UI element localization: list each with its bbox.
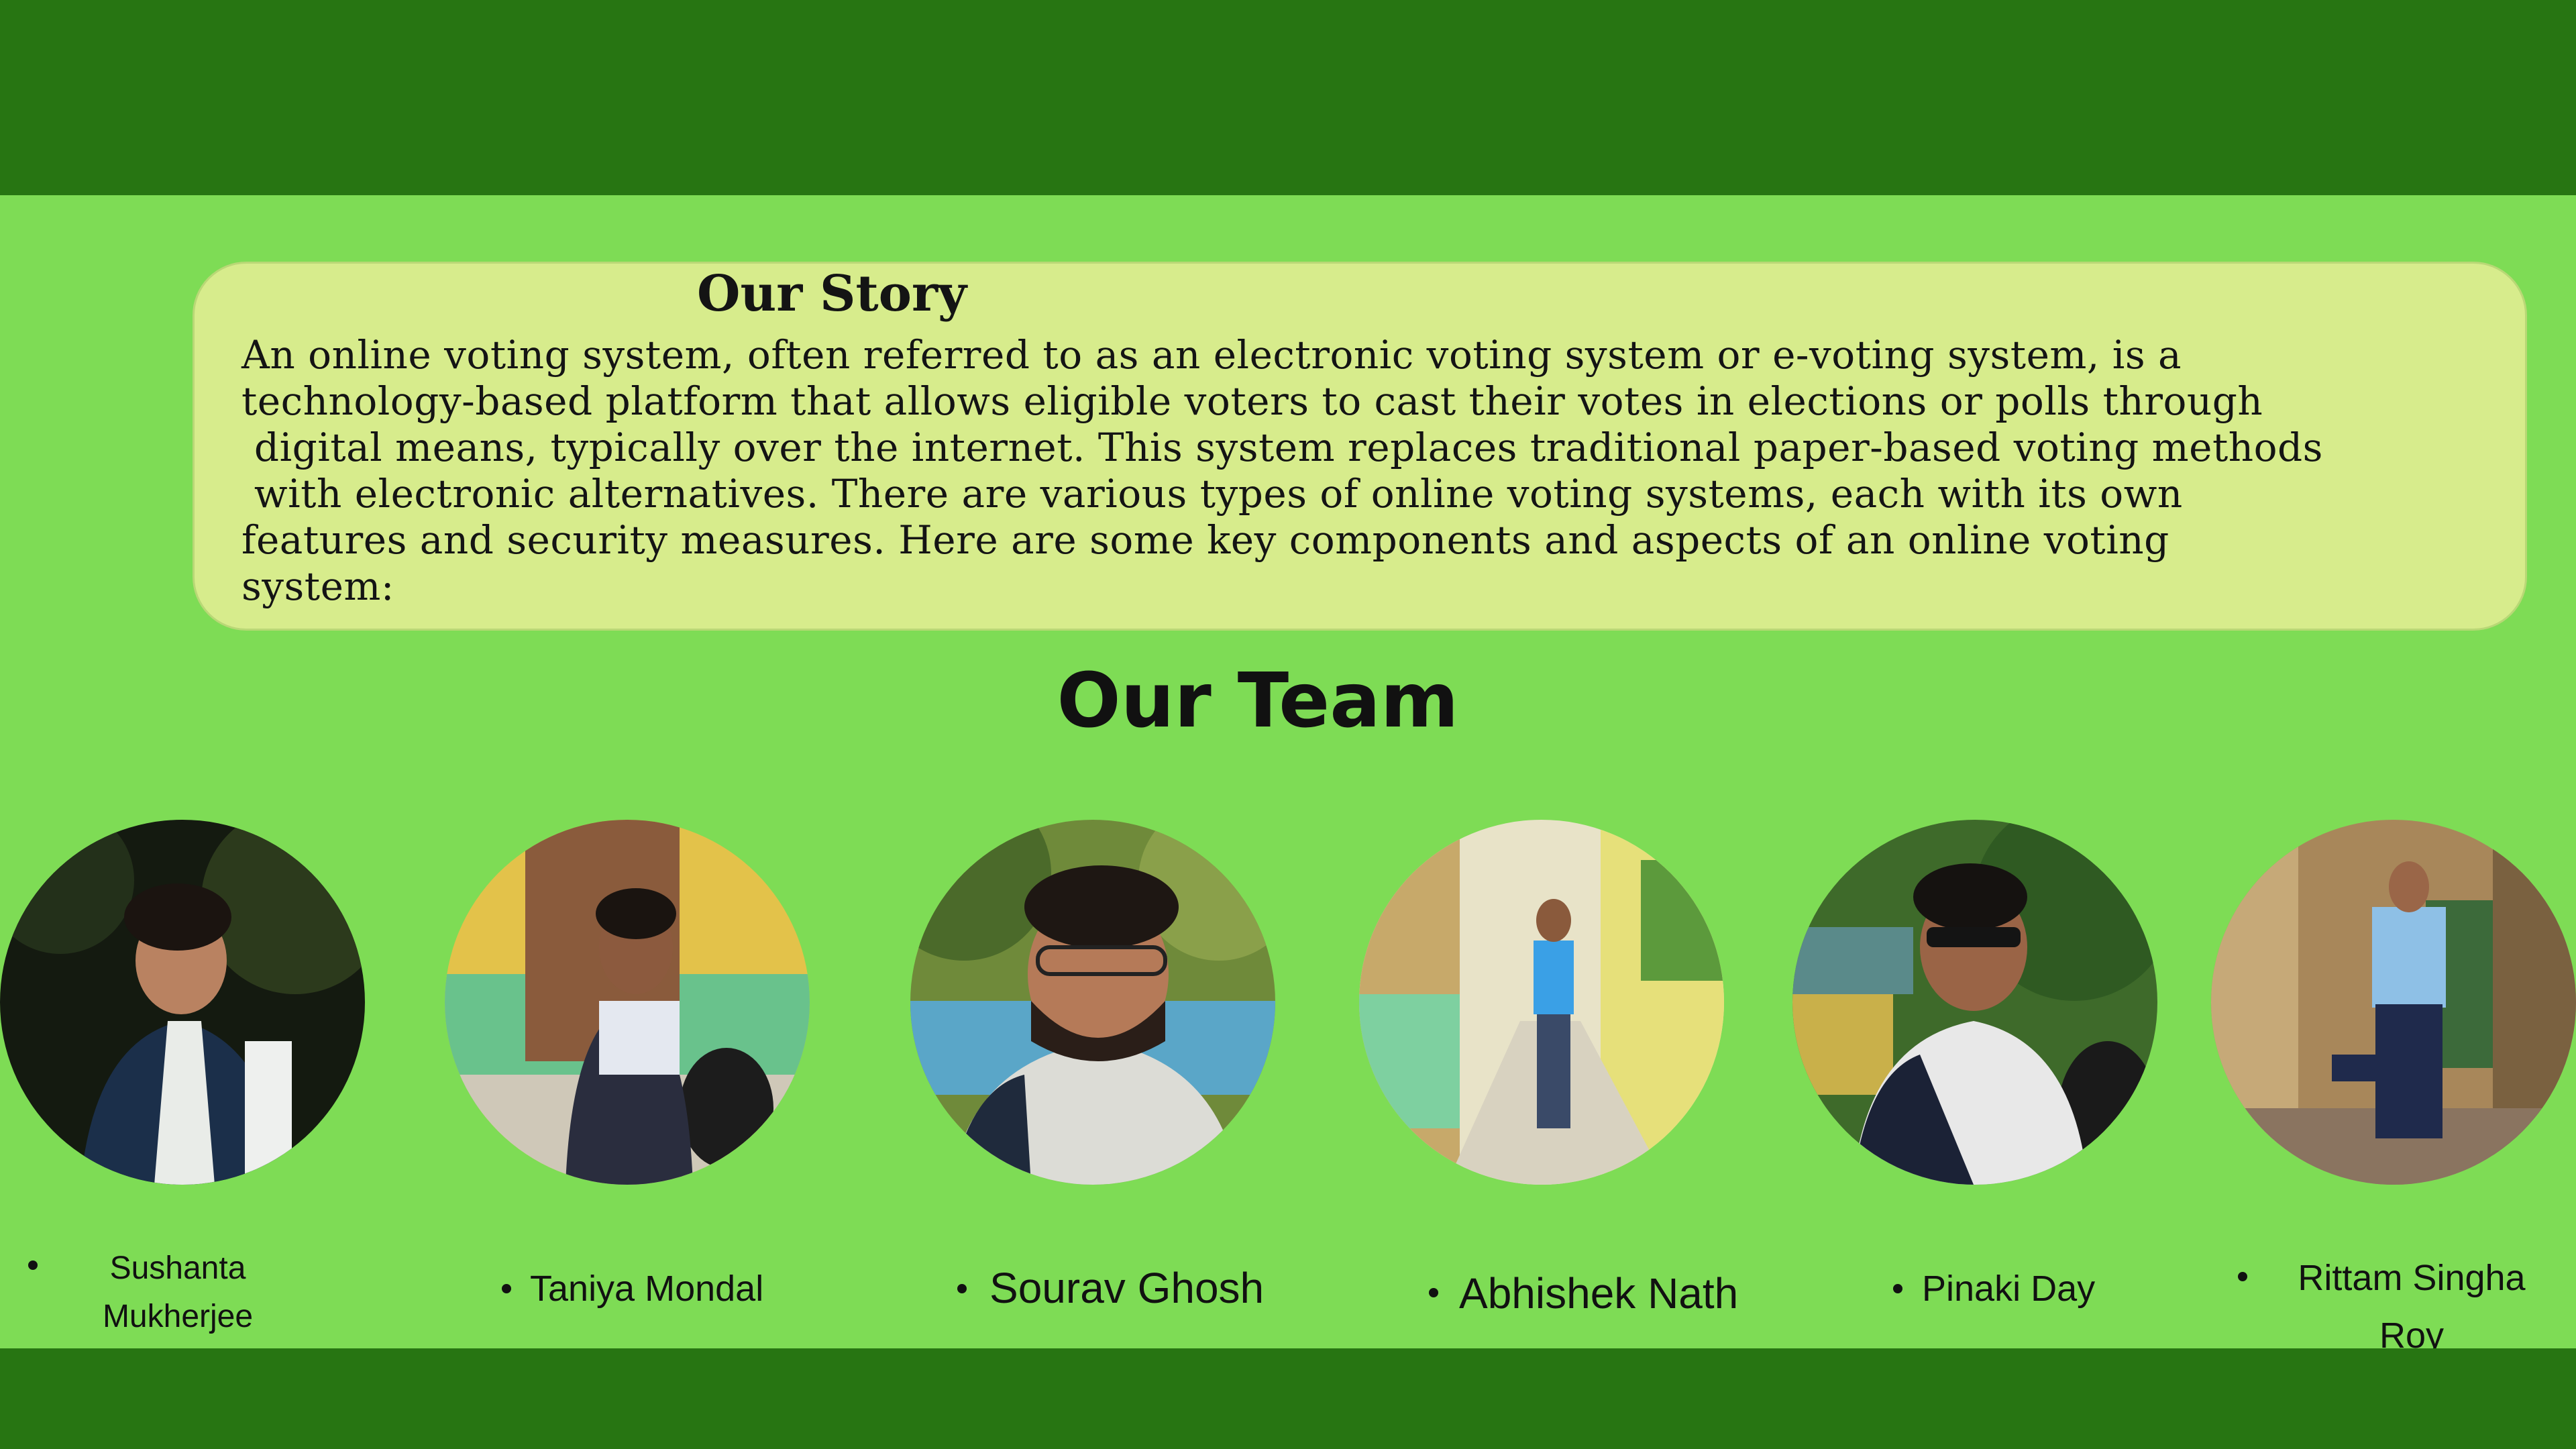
team-member-photo-1 [0,820,365,1185]
our-story-text: An online voting system, often referred … [241,332,2323,609]
our-story-title: Our Story [697,265,967,323]
team-member-photo-6 [2211,820,2576,1185]
team-member-name-6: Rittam Singha Roy [2298,1258,2526,1356]
header-bar [0,0,2576,195]
team-member-name-3: Sourav Ghosh [989,1264,1265,1312]
bullet-2 [502,1284,511,1293]
bullet-1 [28,1260,38,1270]
team-member-name-2: Taniya Mondal [530,1269,764,1309]
bullet-4 [1429,1288,1438,1297]
team-member-photo-3 [910,820,1275,1185]
bullet-5 [1893,1284,1902,1293]
bullet-3 [957,1284,967,1293]
team-member-photo-2 [445,820,810,1185]
team-member-name-5: Pinaki Day [1922,1269,2096,1309]
bullet-6 [2238,1272,2247,1281]
team-member-name-1: Sushanta Mukherjee [102,1250,254,1334]
our-story-card: Our Story An online voting system, often… [193,262,2527,631]
team-member-name-4: Abhishek Nath [1459,1269,1739,1318]
our-team-heading: Our Team [1057,657,1459,745]
team-member-photo-5 [1792,820,2157,1185]
footer-bar [0,1348,2576,1449]
team-member-photo-4 [1359,820,1724,1185]
